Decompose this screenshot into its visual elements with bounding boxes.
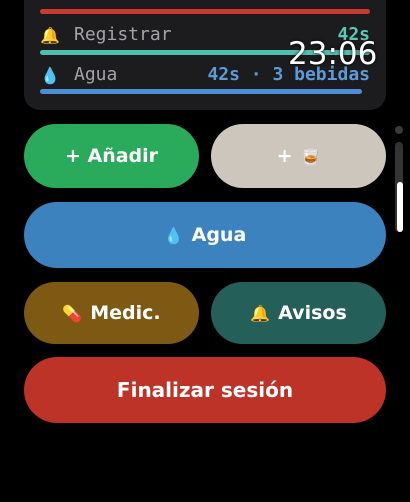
end-session-button[interactable]: Finalizar sesión [24,357,386,423]
plus-label: + [276,145,293,167]
add-drink-button[interactable]: + 🥃 [211,124,386,188]
alerts-button[interactable]: 🔔 Avisos [211,282,386,344]
bell-icon: 🔔 [40,26,60,45]
medication-button-label: Medic. [90,302,161,324]
row-label: Registrar [74,24,172,45]
alerts-button-label: Avisos [278,302,347,324]
progress-bar-agua [40,89,362,94]
row-label: Agua [74,64,118,85]
tumbler-glass-icon: 🥃 [300,146,321,166]
bell-icon: 🔔 [250,303,271,323]
medication-button[interactable]: 💊 Medic. [24,282,199,344]
water-button-label: Agua [191,224,247,246]
progress-bar-red [40,9,370,14]
pill-icon: 💊 [62,303,83,323]
water-button[interactable]: 💧 Agua [24,202,386,268]
scrollbar-thumb[interactable] [397,182,403,232]
water-drop-icon: 💧 [163,225,184,245]
water-drop-icon: 💧 [40,66,60,85]
end-session-label: Finalizar sesión [116,378,294,402]
scroll-indicator-top [395,126,403,134]
add-button[interactable]: + Añadir [24,124,199,188]
status-time: 23:06 [288,36,378,72]
add-button-label: + Añadir [64,145,159,167]
